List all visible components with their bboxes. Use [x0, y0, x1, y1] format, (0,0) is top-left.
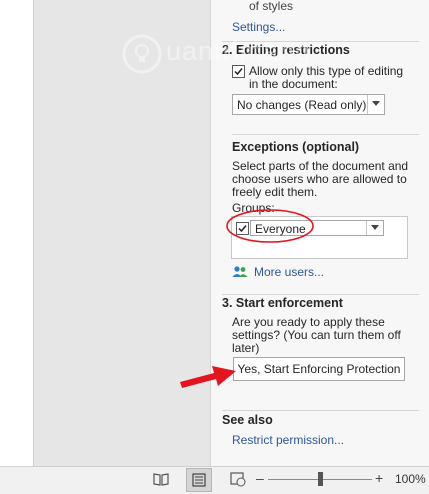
zoom-slider-thumb[interactable]: [318, 472, 323, 486]
chevron-down-icon: [372, 101, 380, 106]
divider: [222, 410, 419, 411]
start-enforcement-heading: 3. Start enforcement: [222, 296, 343, 310]
watermark-text: uantrimang: [166, 36, 312, 66]
annotation-arrow: [180, 366, 236, 388]
divider: [222, 294, 419, 295]
document-page: [0, 0, 34, 466]
more-users-link[interactable]: More users...: [254, 265, 324, 279]
annotation-ellipse: [226, 209, 314, 243]
dropdown-button[interactable]: [367, 95, 384, 114]
see-also-heading: See also: [222, 413, 273, 427]
zoom-out-button[interactable]: –: [256, 470, 264, 486]
enforcement-description-line3: later): [232, 341, 260, 355]
exceptions-heading: Exceptions (optional): [232, 140, 360, 154]
exceptions-description-line3: freely edit them.: [232, 185, 318, 199]
dropdown-button[interactable]: [366, 221, 383, 235]
watermark-logo: uantrimang: [122, 30, 310, 80]
zoom-in-button[interactable]: +: [375, 470, 383, 486]
top-partial-text: of styles: [249, 0, 294, 13]
restrict-permission-link[interactable]: Restrict permission...: [232, 433, 344, 447]
status-bar: – + 100%: [0, 466, 429, 494]
read-mode-icon[interactable]: [153, 472, 169, 486]
print-layout-icon: [192, 473, 206, 487]
bulb-logo-icon: [122, 34, 162, 74]
zoom-level[interactable]: 100%: [395, 472, 426, 486]
web-layout-icon[interactable]: [230, 472, 246, 487]
start-enforcing-button[interactable]: Yes, Start Enforcing Protection: [233, 357, 405, 381]
editing-type-value: No changes (Read only): [237, 98, 367, 112]
divider: [232, 134, 419, 135]
chevron-down-icon: [371, 225, 379, 230]
users-icon: [232, 266, 248, 277]
editing-type-dropdown[interactable]: No changes (Read only): [232, 94, 385, 115]
print-layout-button[interactable]: [186, 468, 212, 492]
